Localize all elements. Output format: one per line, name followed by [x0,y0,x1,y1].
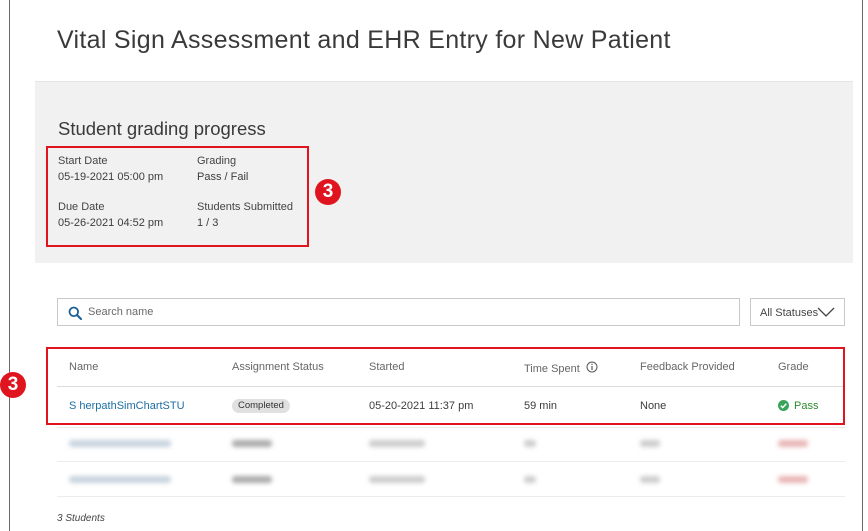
chevron-down-icon [817,307,835,317]
callout-badge-table: 3 [0,372,26,398]
search-box[interactable] [57,298,740,326]
status-filter-select[interactable]: All Statuses [750,298,845,326]
row-divider [57,427,845,428]
page-title: Vital Sign Assessment and EHR Entry for … [57,26,671,54]
grading-progress-heading: Student grading progress [58,118,266,139]
row-divider [57,461,845,462]
window-frame [9,0,863,531]
search-icon [68,306,82,320]
search-input[interactable] [88,299,728,325]
highlight-box-table [46,347,845,425]
callout-badge-progress: 3 [315,179,341,205]
row-divider [57,496,845,497]
student-count: 3 Students [57,513,105,524]
highlight-box-progress [46,146,309,247]
status-filter-value: All Statuses [760,307,819,319]
